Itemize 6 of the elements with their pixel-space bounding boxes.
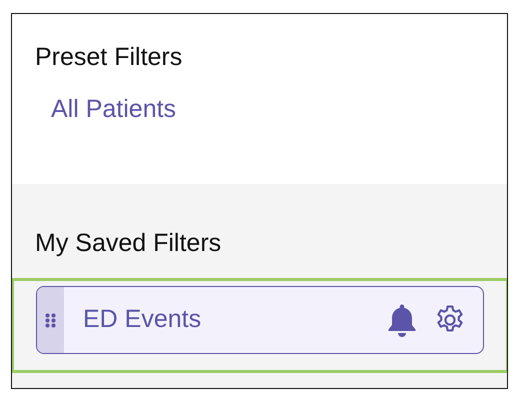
- section-heading: Preset Filters: [35, 42, 184, 72]
- filter-link[interactable]: All Patients: [51, 91, 176, 128]
- filter-name: ED Events: [83, 304, 202, 336]
- saved-filter-item[interactable]: ED Events: [36, 286, 484, 354]
- drag-handle-icon[interactable]: [45, 312, 56, 328]
- section-heading: My Saved Filters: [35, 228, 222, 258]
